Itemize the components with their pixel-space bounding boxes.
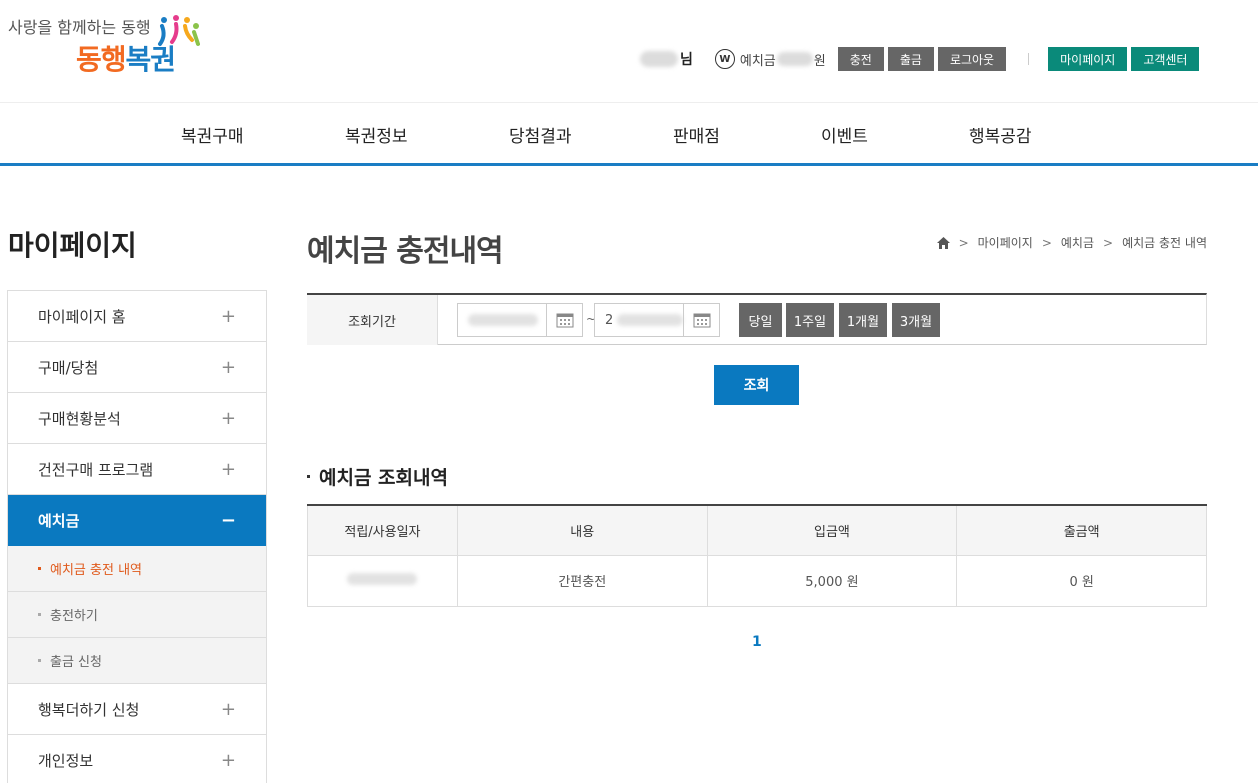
page-title: 예치금 충전내역	[307, 234, 504, 269]
start-date-input[interactable]	[457, 303, 583, 337]
plus-icon: +	[220, 458, 236, 480]
deposit-label: 예치금	[739, 53, 776, 69]
header-divider	[1028, 53, 1030, 65]
period-today-button[interactable]: 당일	[739, 303, 782, 337]
plus-icon: +	[220, 356, 236, 378]
deposit-amount-redacted	[776, 52, 813, 66]
sidebar-subitem-label: 충전하기	[50, 609, 98, 624]
search-button[interactable]: 조회	[714, 365, 799, 405]
plus-icon: +	[220, 407, 236, 429]
support-button[interactable]: 고객센터	[1131, 47, 1200, 71]
won-icon: W	[714, 49, 735, 69]
nav-item-happy[interactable]: 행복공감	[969, 122, 1032, 147]
column-header-deposit: 입금액	[706, 505, 958, 556]
period-1week-button[interactable]: 1주일	[786, 303, 834, 337]
search-period-box: 조회기간 ~ 2 당일 1주일 1개월 3개월	[307, 293, 1207, 345]
sidebar-item-healthy-program[interactable]: 건전구매 프로그램 +	[8, 444, 266, 495]
sidebar-item-mypage-home[interactable]: 마이페이지 홈 +	[8, 291, 266, 342]
cell-content: 간편충전	[456, 554, 708, 607]
sidebar-item-personal-info[interactable]: 개인정보 +	[8, 735, 266, 783]
date-redacted	[347, 572, 418, 585]
sidebar-item-label: 건전구매 프로그램	[38, 460, 154, 479]
chevron-right-icon: >	[1103, 235, 1114, 250]
sidebar-item-label: 행복더하기 신청	[38, 700, 140, 719]
sidebar-menu: 마이페이지 홈 + 구매/당첨 + 구매현황분석 + 건전구매 프로그램 + 예…	[7, 290, 267, 783]
logo-people-icon	[158, 15, 200, 46]
home-icon[interactable]	[936, 236, 950, 249]
nav-item-events[interactable]: 이벤트	[821, 122, 868, 147]
logo-part-1: 동행	[76, 43, 127, 76]
sidebar-subitem-charge[interactable]: 충전하기	[8, 592, 266, 638]
deposit-history-table: 적립/사용일자 내용 입금액 출금액 간편충전 5,000 원 0 원	[307, 504, 1207, 607]
sidebar-item-happy-plus[interactable]: 행복더하기 신청 +	[8, 684, 266, 735]
section-title-text: 예치금 조회내역	[319, 467, 448, 489]
cell-deposit: 5,000 원	[706, 554, 958, 607]
sidebar-subitem-label: 예치금 충전 내역	[50, 563, 142, 578]
sidebar-item-deposit[interactable]: 예치금 −	[8, 495, 266, 546]
sidebar-item-purchase-win[interactable]: 구매/당첨 +	[8, 342, 266, 393]
breadcrumb-item[interactable]: 예치금	[1061, 234, 1094, 251]
period-1month-button[interactable]: 1개월	[839, 303, 887, 337]
plus-icon: +	[220, 698, 236, 720]
period-3month-button[interactable]: 3개월	[892, 303, 940, 337]
cell-date	[307, 554, 458, 607]
bullet-icon	[38, 567, 41, 570]
sidebar-item-label: 개인정보	[38, 751, 94, 770]
sidebar-subitem-withdraw[interactable]: 출금 신청	[8, 638, 266, 684]
withdraw-button[interactable]: 출금	[887, 47, 934, 71]
user-area: 님 W 예치금 원 충전 출금 로그아웃 마이페이지 고객센터	[640, 46, 1203, 72]
slogan: 사랑을 함께하는 동행	[8, 18, 151, 37]
end-date-input[interactable]: 2	[594, 303, 720, 337]
minus-icon: −	[220, 510, 236, 531]
calendar-icon[interactable]	[546, 304, 582, 336]
column-header-content: 내용	[456, 505, 708, 556]
deposit-unit: 원	[813, 53, 826, 69]
breadcrumb-item: 예치금 충전 내역	[1122, 236, 1207, 250]
nav-item-buy[interactable]: 복권구매	[181, 122, 244, 147]
sidebar-subitem-label: 출금 신청	[50, 655, 102, 670]
chevron-right-icon: >	[1041, 235, 1052, 250]
column-header-withdraw: 출금액	[956, 505, 1207, 556]
bullet-icon	[38, 613, 41, 616]
nav-item-stores[interactable]: 판매점	[673, 122, 720, 147]
sidebar-subitem-deposit-history[interactable]: 예치금 충전 내역	[8, 546, 266, 592]
breadcrumb: > 마이페이지 > 예치금 > 예치금 충전 내역	[936, 234, 1207, 251]
bullet-icon	[38, 659, 41, 662]
chevron-right-icon: >	[958, 235, 969, 250]
plus-icon: +	[220, 305, 236, 327]
charge-button[interactable]: 충전	[837, 47, 884, 71]
main-nav: 복권구매 복권정보 당첨결과 판매점 이벤트 행복공감	[0, 102, 1258, 166]
sidebar-item-label: 구매현황분석	[38, 409, 121, 428]
table-header-row: 적립/사용일자 내용 입금액 출금액	[307, 505, 1207, 556]
user-suffix: 님	[680, 52, 693, 68]
nav-item-info[interactable]: 복권정보	[345, 122, 408, 147]
bullet-icon	[307, 475, 310, 478]
nav-item-results[interactable]: 당첨결과	[509, 122, 572, 147]
cell-withdraw: 0 원	[956, 554, 1207, 607]
breadcrumb-item[interactable]: 마이페이지	[978, 234, 1033, 251]
end-date-redacted	[617, 314, 684, 326]
plus-icon: +	[220, 749, 236, 771]
column-header-date: 적립/사용일자	[307, 505, 458, 556]
site-header: 사랑을 함께하는 동행 동행복권 님 W 예치금 원 충전 출금 로그아웃 마이…	[0, 0, 1258, 102]
sidebar-title: 마이페이지	[8, 229, 137, 262]
table-row: 간편충전 5,000 원 0 원	[307, 554, 1207, 607]
sidebar-item-label: 예치금	[38, 512, 80, 530]
mypage-button[interactable]: 마이페이지	[1048, 47, 1128, 71]
search-period-label: 조회기간	[307, 295, 438, 345]
end-date-partial: 2	[605, 312, 614, 328]
sidebar-item-label: 구매/당첨	[38, 358, 99, 377]
sidebar-item-purchase-analysis[interactable]: 구매현황분석 +	[8, 393, 266, 444]
section-title: 예치금 조회내역	[307, 463, 448, 490]
pagination-page-1[interactable]: 1	[752, 634, 762, 650]
calendar-icon[interactable]	[683, 304, 719, 336]
sidebar-item-label: 마이페이지 홈	[38, 307, 126, 326]
start-date-redacted	[468, 314, 538, 326]
user-name-redacted	[640, 51, 678, 67]
logout-button[interactable]: 로그아웃	[937, 47, 1007, 71]
